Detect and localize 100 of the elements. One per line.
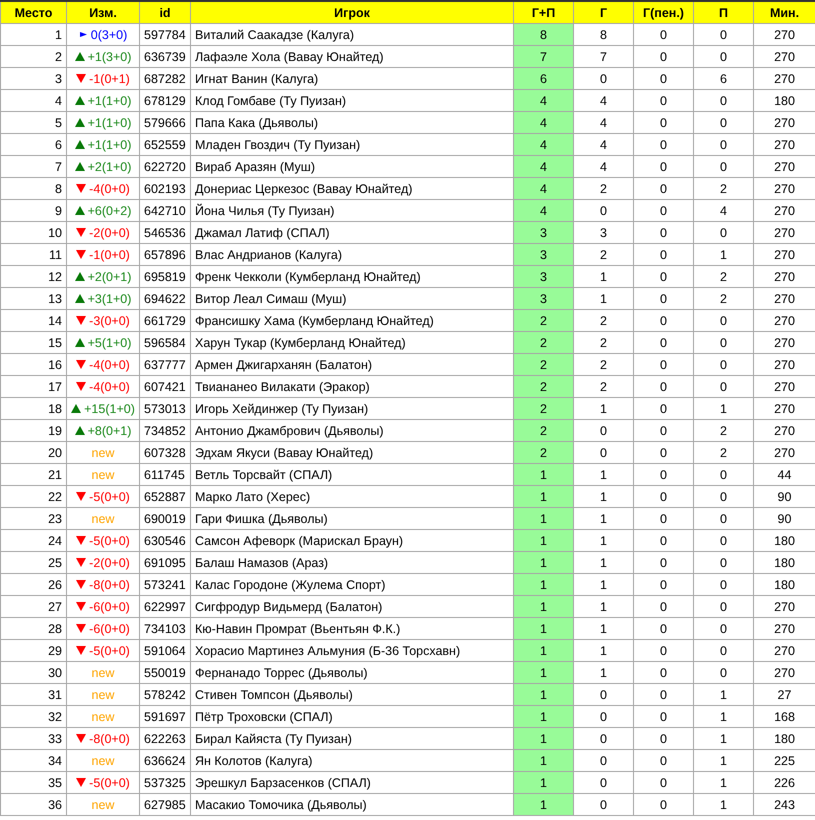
table-cell: Харун Тукар (Кумберланд Юнайтед)	[190, 332, 514, 354]
table-cell: 1	[514, 464, 574, 486]
table-cell: 270	[754, 420, 815, 442]
table-cell: 622263	[140, 728, 190, 750]
table-cell: 611745	[140, 464, 190, 486]
table-cell: Витор Леал Симаш (Муш)	[190, 288, 514, 310]
table-cell: 0	[634, 640, 694, 662]
table-cell: Кю-Навин Промрат (Вьентьян Ф.К.)	[190, 618, 514, 640]
column-header: Игрок	[190, 1, 514, 24]
table-cell: 270	[754, 398, 815, 420]
table-cell: 2	[694, 420, 754, 442]
table-cell: 0	[694, 24, 754, 46]
table-cell: 31	[0, 684, 66, 706]
table-cell: 270	[754, 640, 815, 662]
table-cell: 4	[514, 200, 574, 222]
table-cell: 0	[634, 178, 694, 200]
table-cell: 0	[694, 464, 754, 486]
table-cell: Игнат Ванин (Калуга)	[190, 68, 514, 90]
table-cell: 1	[694, 684, 754, 706]
table-cell: 2	[514, 310, 574, 332]
column-header: Г(пен.)	[634, 1, 694, 24]
change-value: 0(3+0)	[90, 28, 128, 42]
table-cell: 573013	[140, 398, 190, 420]
table-cell: 6	[0, 134, 66, 156]
table-cell: 180	[754, 90, 815, 112]
table-cell: 180	[754, 552, 815, 574]
table-cell: Клод Гомбаве (Ту Пуизан)	[190, 90, 514, 112]
table-cell: Калас Городоне (Жулема Спорт)	[190, 574, 514, 596]
table-cell: 1	[514, 508, 574, 530]
change-value: new	[92, 754, 114, 768]
table-cell: 90	[754, 486, 815, 508]
table-cell: 1	[514, 750, 574, 772]
table-cell: 0	[634, 442, 694, 464]
table-cell: 0	[574, 750, 634, 772]
change-value: +6(0+2)	[88, 204, 132, 218]
table-cell: 0	[574, 442, 634, 464]
table-cell: 23	[0, 508, 66, 530]
table-cell: 270	[754, 442, 815, 464]
table-cell: 12	[0, 266, 66, 288]
table-cell: 0	[634, 706, 694, 728]
column-header: Г+П	[514, 1, 574, 24]
table-cell: 602193	[140, 178, 190, 200]
table-cell: Ян Колотов (Калуга)	[190, 750, 514, 772]
table-cell: 0	[574, 68, 634, 90]
table-cell: 17	[0, 376, 66, 398]
change-value: -5(0+0)	[89, 490, 130, 504]
change-value: +1(1+0)	[88, 94, 132, 108]
table-cell: 642710	[140, 200, 190, 222]
table-cell: 1	[514, 706, 574, 728]
table-cell: Папа Кака (Дьяволы)	[190, 112, 514, 134]
table-cell: 1	[514, 728, 574, 750]
change-value: -2(0+0)	[89, 556, 130, 570]
change-value: new	[92, 798, 114, 812]
table-cell: Стивен Томпсон (Дьяволы)	[190, 684, 514, 706]
table-cell: 0	[634, 310, 694, 332]
table-cell: Вираб Аразян (Муш)	[190, 156, 514, 178]
table-cell: 573241	[140, 574, 190, 596]
table-cell: 0	[634, 332, 694, 354]
table-cell: 622720	[140, 156, 190, 178]
table-cell: Донериас Церкезос (Вавау Юнайтед)	[190, 178, 514, 200]
table-cell: 0	[694, 222, 754, 244]
change-value: -5(0+0)	[89, 644, 130, 658]
table-cell: 0	[634, 156, 694, 178]
table-cell: 2	[514, 398, 574, 420]
table-cell: 0	[634, 90, 694, 112]
table-cell: 0	[694, 376, 754, 398]
table-cell: 1	[694, 794, 754, 816]
table-cell: 3	[514, 266, 574, 288]
table-cell: Лафаэле Хола (Вавау Юнайтед)	[190, 46, 514, 68]
table-cell: Самсон Афеворк (Марискал Браун)	[190, 530, 514, 552]
table-cell: 695819	[140, 266, 190, 288]
table-cell: 26	[0, 574, 66, 596]
table-cell: 1	[694, 244, 754, 266]
table-cell: 0	[694, 552, 754, 574]
table-cell: 0	[634, 772, 694, 794]
table-cell: 4	[514, 112, 574, 134]
table-cell: 0	[634, 24, 694, 46]
table-cell: 1	[574, 662, 634, 684]
change-value: +2(1+0)	[88, 160, 132, 174]
table-cell: Влас Андрианов (Калуга)	[190, 244, 514, 266]
table-cell: 1	[574, 596, 634, 618]
column-header: Место	[0, 1, 66, 24]
table-cell: 2	[574, 354, 634, 376]
table-cell: 1	[574, 398, 634, 420]
table-cell: 1	[574, 464, 634, 486]
table-cell: 627985	[140, 794, 190, 816]
table-cell: 694622	[140, 288, 190, 310]
change-value: +15(1+0)	[84, 402, 135, 416]
table-cell: 1	[514, 640, 574, 662]
table-cell: 0	[634, 684, 694, 706]
table-cell: 270	[754, 266, 815, 288]
table-cell: 0	[694, 530, 754, 552]
table-cell: Марко Лато (Херес)	[190, 486, 514, 508]
table-cell: 652559	[140, 134, 190, 156]
table-cell: 270	[754, 596, 815, 618]
table-cell: 734852	[140, 420, 190, 442]
table-cell: 0	[634, 222, 694, 244]
table-cell: Френк Чекколи (Кумберланд Юнайтед)	[190, 266, 514, 288]
table-cell: 4	[574, 90, 634, 112]
table-cell: 0	[634, 112, 694, 134]
